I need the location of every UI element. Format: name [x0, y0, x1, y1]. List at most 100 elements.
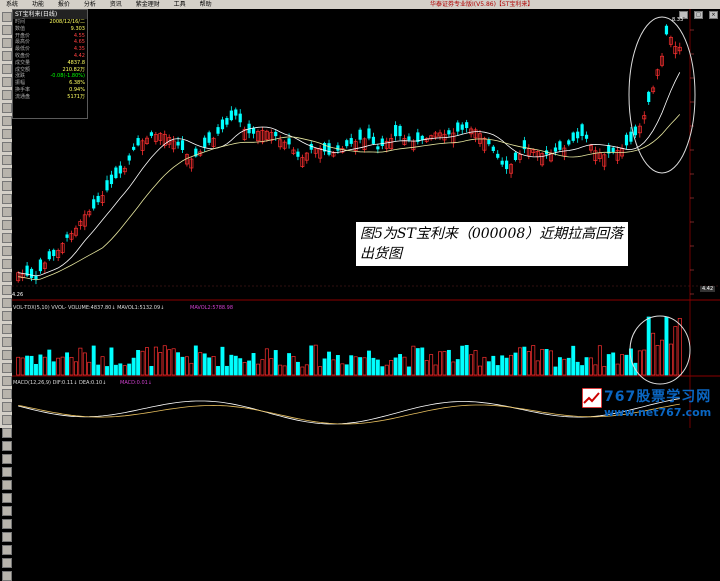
volume-bar — [65, 352, 70, 376]
info-row: 振幅 6.38% — [13, 80, 87, 87]
toolbar-button[interactable] — [2, 467, 12, 477]
volume-bar — [433, 364, 438, 376]
volume-bar — [575, 361, 580, 376]
candle-body — [487, 139, 491, 145]
candle-body — [496, 153, 500, 158]
volume-bar — [384, 364, 389, 376]
volume-bar — [78, 347, 83, 376]
candle-body — [274, 131, 278, 137]
candle-body — [47, 251, 51, 260]
volume-bar — [531, 345, 536, 376]
volume-bar — [535, 360, 540, 376]
volume-bar — [300, 366, 305, 376]
volume-bar — [207, 357, 212, 376]
toolbar-button[interactable] — [2, 558, 12, 568]
candle-body — [203, 137, 207, 148]
volume-bar — [322, 358, 327, 376]
volume-bar — [282, 365, 287, 376]
info-row-label: 收盘价 — [15, 52, 31, 59]
candle-body — [132, 146, 136, 150]
info-row: 流通盘 5171万 — [13, 94, 87, 101]
volume-bar — [486, 361, 491, 376]
candle-body — [251, 127, 256, 134]
watermark-url: www.net767.com — [604, 406, 712, 419]
volume-bar — [180, 356, 185, 376]
candle-body — [296, 151, 300, 157]
candle-body — [220, 119, 225, 130]
candle-body — [567, 140, 571, 145]
volume-bar — [389, 360, 394, 376]
volume-bar — [455, 359, 460, 376]
toolbar-button[interactable] — [2, 506, 12, 516]
volume-bar — [651, 332, 656, 376]
volume-bar — [202, 353, 207, 376]
volume-bar — [224, 365, 229, 376]
volume-bar — [446, 349, 451, 376]
candle-body — [553, 147, 558, 152]
candle-body — [176, 141, 180, 146]
volume-bar — [375, 359, 380, 376]
volume-bar — [34, 363, 38, 376]
volume-bar — [260, 359, 265, 376]
info-row-label: 成交量 — [15, 59, 31, 66]
volume-header-extra: MAVOL2:5788.98 — [190, 305, 234, 311]
volume-bar — [517, 347, 522, 376]
volume-bar — [469, 354, 474, 376]
volume-bar — [664, 316, 669, 376]
volume-bar — [51, 361, 56, 376]
toolbar-button[interactable] — [2, 519, 12, 529]
info-row-value: 0.94% — [69, 86, 85, 93]
toolbar-button[interactable] — [2, 571, 12, 581]
caption-box: 图5为ST宝利来（000008）近期拉高回落出货图 — [356, 222, 628, 266]
volume-bar — [526, 351, 531, 376]
volume-bar — [238, 358, 243, 376]
volume-bar — [127, 363, 132, 376]
candle-body — [358, 129, 362, 140]
volume-bar — [131, 357, 136, 376]
volume-bar — [615, 363, 620, 376]
info-row-label: 最低价 — [15, 46, 31, 53]
toolbar-button[interactable] — [2, 480, 12, 490]
volume-bar — [473, 350, 478, 376]
volume-bar — [660, 339, 664, 376]
volume-bar — [171, 348, 176, 376]
info-row-value: 4.55 — [73, 32, 85, 39]
info-panel: ST宝利来(日线) 时间 2008/12/16/二 数值 9.303 开盘价 4.55 最高… — [12, 9, 88, 119]
toolbar-button[interactable] — [2, 493, 12, 503]
volume-bar — [25, 355, 30, 376]
volume-bar — [571, 345, 576, 376]
candle-body — [629, 131, 633, 142]
info-row-label: 流通盘 — [15, 93, 31, 100]
candle-body — [633, 126, 637, 136]
volume-bar — [96, 364, 101, 376]
volume-bar — [109, 347, 114, 376]
toolbar-button[interactable] — [2, 545, 12, 555]
toolbar-button[interactable] — [2, 532, 12, 542]
candle-body — [505, 160, 509, 170]
volume-bar — [597, 345, 602, 376]
volume-bar — [593, 364, 598, 376]
volume-bar — [60, 356, 65, 376]
volume-bar — [344, 364, 349, 376]
volume-bar — [398, 354, 403, 376]
candle-body — [460, 124, 464, 130]
info-row-label: 换手率 — [15, 86, 31, 93]
toolbar-button[interactable] — [2, 428, 12, 438]
candle-body — [225, 118, 229, 125]
volume-bar — [122, 365, 127, 376]
volume-bar — [655, 345, 660, 376]
info-row-value: 6.38% — [69, 80, 85, 87]
candle-body — [647, 91, 651, 102]
volume-bar — [247, 360, 252, 376]
volume-bar — [251, 353, 256, 376]
info-row-value: 9.303 — [70, 25, 85, 32]
toolbar-button[interactable] — [2, 441, 12, 451]
candle-body — [52, 249, 56, 257]
volume-bar — [149, 366, 154, 376]
volume-bar — [402, 356, 407, 376]
volume-bar — [340, 363, 345, 376]
volume-bar — [562, 358, 567, 376]
toolbar-button[interactable] — [2, 454, 12, 464]
volume-bar — [611, 352, 616, 376]
volume-bar — [566, 357, 571, 376]
